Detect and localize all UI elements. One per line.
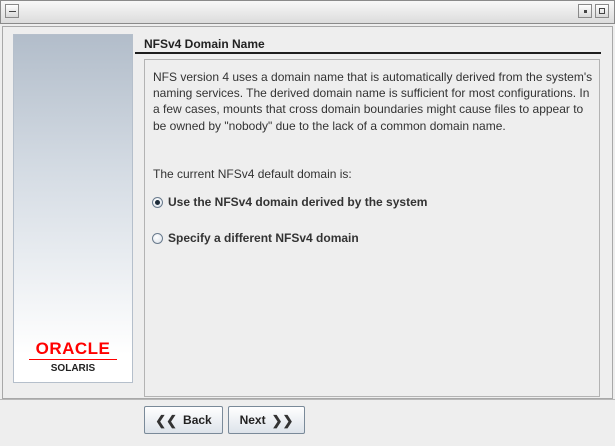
page-title: NFSv4 Domain Name (144, 37, 265, 51)
title-divider (135, 52, 601, 54)
double-chevron-left-icon: ❮❮ (155, 412, 178, 428)
radio-button-selected[interactable] (152, 196, 163, 208)
next-button[interactable]: Next ❯❯ (228, 406, 305, 434)
radio-button-unselected[interactable] (152, 232, 163, 244)
double-chevron-right-icon: ❯❯ (271, 412, 294, 428)
next-button-label: Next (239, 413, 266, 427)
current-domain-label: The current NFSv4 default domain is: (153, 167, 352, 181)
oracle-solaris-logo: ORACLE SOLARIS (14, 340, 132, 375)
description-text: NFS version 4 uses a domain name that is… (153, 70, 593, 133)
radio-option-derived-domain[interactable]: Use the NFSv4 domain derived by the syst… (152, 194, 427, 210)
logo-brand: ORACLE (35, 339, 111, 358)
footer-divider (0, 399, 615, 400)
sidebar-panel: ORACLE SOLARIS (13, 34, 133, 383)
minimize-icon[interactable] (578, 4, 592, 18)
back-button-label: Back (183, 413, 212, 427)
logo-divider (29, 359, 117, 360)
back-button[interactable]: ❮❮ Back (144, 406, 223, 434)
window-menu-icon[interactable] (5, 4, 19, 18)
radio-option-different-domain[interactable]: Specify a different NFSv4 domain (152, 230, 359, 246)
window-titlebar (0, 0, 615, 24)
maximize-icon[interactable] (595, 4, 609, 18)
logo-product: SOLARIS (50, 363, 96, 374)
radio-label-different-domain[interactable]: Specify a different NFSv4 domain (168, 231, 359, 245)
radio-label-derived-domain[interactable]: Use the NFSv4 domain derived by the syst… (168, 195, 427, 209)
